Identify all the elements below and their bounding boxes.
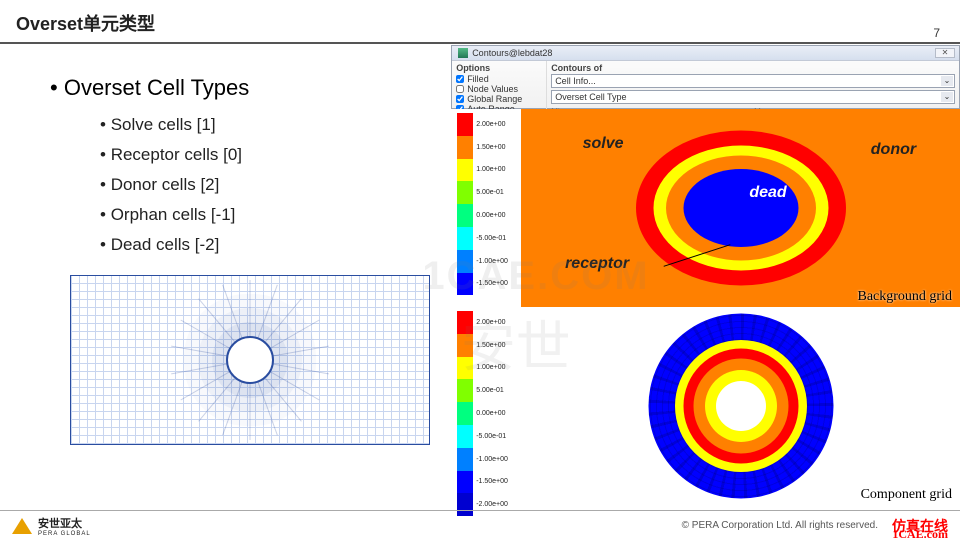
contours-of-header: Contours of bbox=[551, 63, 955, 73]
node-values-label: Node Values bbox=[467, 84, 518, 94]
label-receptor: receptor bbox=[565, 255, 629, 273]
brand-en: PERA GLOBAL bbox=[38, 531, 91, 537]
label-donor: donor bbox=[871, 141, 916, 159]
brand-cn: 安世亚太 bbox=[38, 515, 91, 531]
label-solve: solve bbox=[583, 135, 624, 153]
brand-logo: 安世亚太 PERA GLOBAL bbox=[12, 515, 91, 537]
chevron-down-icon: ⌄ bbox=[941, 76, 953, 86]
page-number: 7 bbox=[933, 26, 940, 40]
dialog-title-text: Contours@lebdat28 bbox=[472, 48, 552, 58]
bg-caption: Background grid bbox=[858, 289, 952, 305]
footer: 安世亚太 PERA GLOBAL © PERA Corporation Ltd.… bbox=[0, 510, 960, 540]
bullet-orphan: Orphan cells [-1] bbox=[100, 205, 451, 225]
component-grid-plot: 2.00e+00 1.50e+00 1.00e+00 5.00e-01 0.00… bbox=[451, 307, 960, 505]
background-grid-plot: 2.00e+00 1.50e+00 1.00e+00 5.00e-01 0.00… bbox=[451, 109, 960, 307]
global-range-checkbox[interactable] bbox=[456, 95, 464, 103]
copyright: © PERA Corporation Ltd. All rights reser… bbox=[682, 520, 878, 531]
dialog-titlebar: Contours@lebdat28 ✕ bbox=[452, 46, 959, 61]
mesh-radial-lines bbox=[71, 276, 429, 444]
overset-mesh-figure bbox=[70, 275, 430, 445]
slide-title: Overset单元类型 bbox=[0, 0, 960, 44]
bullet-donor: Donor cells [2] bbox=[100, 175, 451, 195]
options-header: Options bbox=[456, 63, 542, 73]
filled-checkbox[interactable] bbox=[456, 75, 464, 83]
contours-dialog: Contours@lebdat28 ✕ Options Filled Node … bbox=[451, 45, 960, 109]
chevron-down-icon: ⌄ bbox=[941, 92, 953, 102]
combo-category[interactable]: Cell Info...⌄ bbox=[551, 74, 955, 88]
global-range-label: Global Range bbox=[467, 94, 522, 104]
heading: Overset Cell Types bbox=[50, 75, 451, 101]
bullet-solve: Solve cells [1] bbox=[100, 115, 451, 135]
triangle-icon bbox=[12, 518, 32, 534]
dialog-icon bbox=[458, 48, 468, 58]
close-button[interactable]: ✕ bbox=[935, 48, 955, 58]
text-column: Overset Cell Types Solve cells [1] Recep… bbox=[0, 45, 451, 510]
combo-field[interactable]: Overset Cell Type⌄ bbox=[551, 90, 955, 104]
label-dead: dead bbox=[749, 184, 786, 202]
bullet-dead: Dead cells [-2] bbox=[100, 235, 451, 255]
color-scale-comp: 2.00e+00 1.50e+00 1.00e+00 5.00e-01 0.00… bbox=[451, 307, 521, 505]
filled-label: Filled bbox=[467, 74, 489, 84]
bullet-receptor: Receptor cells [0] bbox=[100, 145, 451, 165]
node-values-checkbox[interactable] bbox=[456, 85, 464, 93]
comp-caption: Component grid bbox=[861, 487, 952, 503]
color-scale-bg: 2.00e+00 1.50e+00 1.00e+00 5.00e-01 0.00… bbox=[451, 109, 521, 307]
